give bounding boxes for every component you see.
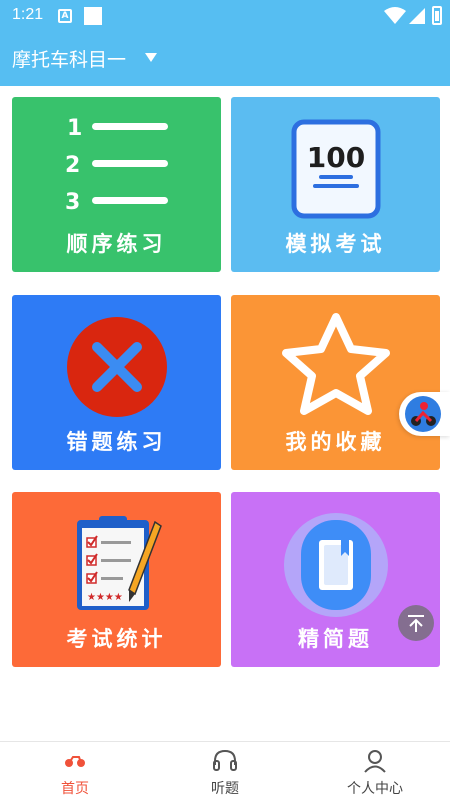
status-time: 1:21 (12, 6, 44, 23)
floating-helper-button[interactable] (399, 392, 450, 436)
tile-mock-exam[interactable]: 100 模拟考试 (231, 97, 440, 272)
svg-text:3: 3 (65, 190, 80, 211)
score-text: 100 (306, 141, 364, 174)
person-icon (364, 750, 386, 773)
clipboard-checklist-icon: ★★★★ (76, 516, 162, 610)
bottom-navigation: 首页 听题 个人中心 (0, 741, 450, 801)
battery-icon (432, 6, 442, 25)
motorcycle-icon (65, 756, 85, 767)
notification-square-icon (84, 7, 102, 25)
tile-label: 错题练习 (66, 430, 167, 454)
tile-sequential-practice[interactable]: 1 2 3 顺序练习 (12, 97, 221, 272)
book-icon (283, 513, 388, 617)
tile-label: 顺序练习 (66, 232, 167, 256)
dropdown-caret-icon[interactable] (145, 53, 157, 62)
notification-app-icon: A (58, 9, 72, 23)
svg-text:2: 2 (65, 153, 80, 178)
nav-profile[interactable]: 个人中心 (300, 742, 450, 801)
status-bar: 1:21 A (0, 0, 450, 32)
signal-icon (409, 8, 425, 24)
headphones-icon (213, 749, 237, 771)
svg-text:★★★★: ★★★★ (87, 592, 123, 603)
nav-label: 听题 (211, 781, 239, 797)
nav-home[interactable]: 首页 (0, 742, 150, 801)
app-root: 1:21 A 摩托车科目一 1 2 3 顺序练习 100 模拟考试 错题练习 我… (0, 0, 450, 801)
tile-label: 模拟考试 (285, 232, 386, 256)
svg-text:1: 1 (67, 116, 82, 141)
nav-listen[interactable]: 听题 (150, 742, 300, 801)
tile-wrong-questions[interactable]: 错题练习 (12, 295, 221, 470)
motorcycle-avatar-icon (405, 396, 441, 432)
wifi-icon (384, 7, 406, 24)
numbered-list-icon: 1 2 3 (65, 116, 168, 211)
tile-label: 考试统计 (66, 627, 167, 651)
arrow-up-icon (408, 615, 424, 632)
top-bar: 1:21 A 摩托车科目一 (0, 0, 450, 86)
scroll-to-top-button[interactable] (398, 605, 434, 641)
nav-label: 个人中心 (347, 781, 403, 797)
wrong-x-icon (66, 317, 167, 417)
tile-my-favorites[interactable]: 我的收藏 (231, 295, 440, 470)
score-100-icon: 100 (291, 119, 380, 219)
tile-exam-statistics[interactable]: ★★★★ 考试统计 (12, 492, 221, 667)
star-icon (281, 313, 390, 415)
subject-selector-title[interactable]: 摩托车科目一 (12, 45, 126, 72)
nav-label: 首页 (61, 781, 89, 797)
